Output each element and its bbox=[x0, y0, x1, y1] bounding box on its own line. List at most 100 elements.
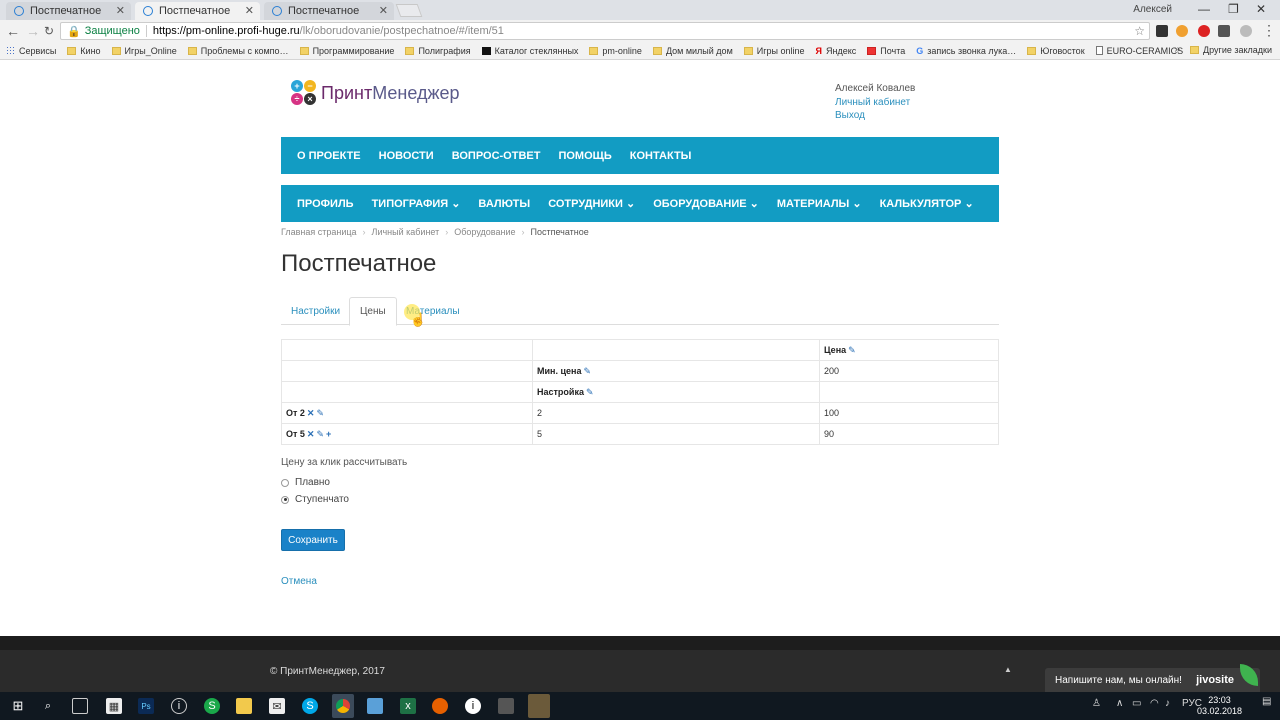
bookmark-item[interactable]: pm-online bbox=[589, 46, 642, 56]
app-icon[interactable] bbox=[367, 698, 383, 714]
app-icon[interactable] bbox=[498, 698, 514, 714]
delete-icon[interactable]: ✕ bbox=[307, 429, 315, 439]
nav-item-equipment[interactable]: ОБОРУДОВАНИЕ ⌄ bbox=[653, 197, 759, 210]
extension-icon[interactable] bbox=[1176, 25, 1188, 37]
chat-widget[interactable]: Напишите нам, мы онлайн! jivosite bbox=[1045, 664, 1260, 692]
edit-pencil-icon[interactable]: ✎ bbox=[586, 387, 594, 397]
nav-item-faq[interactable]: ВОПРОС-ОТВЕТ bbox=[452, 150, 541, 162]
opera-icon[interactable] bbox=[1198, 25, 1210, 37]
cabinet-link[interactable]: Личный кабинет bbox=[835, 96, 915, 110]
people-icon[interactable]: ♙ bbox=[1092, 698, 1101, 709]
other-bookmarks[interactable]: Другие закладки bbox=[1190, 45, 1272, 55]
new-tab-button[interactable] bbox=[395, 4, 423, 17]
nav-item-help[interactable]: ПОМОЩЬ bbox=[558, 150, 611, 162]
bookmark-item[interactable]: Игры_Online bbox=[111, 46, 177, 56]
s-app-icon[interactable]: S bbox=[204, 698, 220, 714]
nav-item-about[interactable]: О ПРОЕКТЕ bbox=[297, 150, 361, 162]
battery-icon[interactable]: ▭ bbox=[1132, 698, 1141, 709]
search-icon[interactable]: ⌕ bbox=[40, 698, 56, 714]
windows-start-icon[interactable]: ⊞ bbox=[10, 698, 26, 714]
nav-item-contacts[interactable]: КОНТАКТЫ bbox=[630, 150, 692, 162]
bookmark-item[interactable]: Кино bbox=[67, 46, 101, 56]
nav-item-typography[interactable]: ТИПОГРАФИЯ ⌄ bbox=[372, 197, 461, 210]
reload-icon[interactable]: ↻ bbox=[44, 24, 54, 38]
close-window-icon[interactable]: ✕ bbox=[1256, 2, 1266, 16]
bookmark-item[interactable]: Я Яндекс bbox=[816, 46, 857, 56]
edit-pencil-icon[interactable]: ✎ bbox=[316, 429, 324, 439]
excel-icon[interactable]: x bbox=[400, 698, 416, 714]
back-icon[interactable]: ← bbox=[6, 23, 20, 39]
bookmark-item[interactable]: Дом милый дом bbox=[652, 46, 733, 56]
forward-icon[interactable]: → bbox=[26, 23, 40, 39]
task-view-icon[interactable] bbox=[72, 698, 88, 714]
scroll-up-icon[interactable]: ▲ bbox=[1004, 665, 1012, 674]
photoshop-icon[interactable]: Ps bbox=[138, 698, 154, 714]
breadcrumb-equipment[interactable]: Оборудование bbox=[454, 227, 515, 237]
calculator-icon[interactable]: ▦ bbox=[106, 698, 122, 714]
url-input[interactable]: 🔒 Защищено https://pm-online.profi-huge.… bbox=[60, 22, 1150, 40]
logout-link[interactable]: Выход bbox=[835, 109, 915, 123]
breadcrumb-home[interactable]: Главная страница bbox=[281, 227, 357, 237]
close-tab-icon[interactable]: ✕ bbox=[379, 4, 388, 17]
edit-pencil-icon[interactable]: ✎ bbox=[848, 345, 856, 355]
mail-icon[interactable]: ✉ bbox=[269, 698, 285, 714]
nav-item-materials[interactable]: МАТЕРИАЛЫ ⌄ bbox=[777, 197, 862, 210]
close-tab-icon[interactable]: ✕ bbox=[245, 4, 254, 17]
nav-item-profile[interactable]: ПРОФИЛЬ bbox=[297, 198, 354, 210]
cancel-link[interactable]: Отмена bbox=[281, 576, 317, 587]
add-icon[interactable]: + bbox=[326, 429, 331, 439]
bookmark-item[interactable]: Программирование bbox=[299, 46, 394, 56]
nav-item-employees[interactable]: СОТРУДНИКИ ⌄ bbox=[548, 197, 635, 210]
browser-tab-active[interactable]: Постпечатное ✕ bbox=[135, 2, 260, 20]
tab-prices[interactable]: Цены bbox=[349, 297, 397, 326]
edit-pencil-icon[interactable]: ✎ bbox=[316, 408, 324, 418]
active-app-icon[interactable] bbox=[528, 694, 550, 718]
skype-icon[interactable]: S bbox=[302, 698, 318, 714]
info-app-icon[interactable]: i bbox=[171, 698, 187, 714]
more-bookmarks-icon[interactable]: » bbox=[1174, 44, 1180, 55]
bookmark-item[interactable]: Gзапись звонка лука… bbox=[916, 46, 1016, 56]
bookmark-item[interactable]: Почта bbox=[867, 46, 905, 56]
bookmark-item[interactable]: Каталог стеклянных bbox=[481, 46, 578, 56]
bookmark-item[interactable]: Игры online bbox=[743, 46, 805, 56]
clock[interactable]: 23:03 03.02.2018 bbox=[1197, 695, 1242, 717]
minimize-icon[interactable]: — bbox=[1198, 2, 1210, 16]
breadcrumb-cabinet[interactable]: Личный кабинет bbox=[372, 227, 440, 237]
restore-icon[interactable]: ❐ bbox=[1228, 2, 1239, 16]
radio-button-checked[interactable] bbox=[281, 495, 289, 504]
extension-icon[interactable] bbox=[1156, 25, 1168, 37]
nav-item-calculator[interactable]: КАЛЬКУЛЯТОР ⌄ bbox=[880, 197, 974, 210]
chrome-taskbar-button[interactable] bbox=[332, 694, 354, 718]
nav-item-news[interactable]: НОВОСТИ bbox=[379, 150, 434, 162]
notifications-icon[interactable]: ▤ bbox=[1262, 696, 1271, 707]
app-icon[interactable]: i bbox=[465, 698, 481, 714]
save-button[interactable]: Сохранить bbox=[281, 529, 345, 551]
menu-icon[interactable]: ⋮ bbox=[1262, 22, 1276, 39]
file-explorer-icon[interactable] bbox=[236, 698, 252, 714]
browser-tab[interactable]: Постпечатное ✕ bbox=[264, 2, 394, 20]
bookmark-item[interactable]: Полиграфия bbox=[405, 46, 471, 56]
bookmark-star-icon[interactable]: ☆ bbox=[1134, 24, 1145, 38]
url-host: https://pm-online.profi-huge.ru bbox=[152, 25, 300, 37]
bookmark-item[interactable]: Юговосток bbox=[1027, 46, 1085, 56]
bookmark-item[interactable]: EURO-CERAMICS bbox=[1095, 46, 1183, 56]
radio-button[interactable] bbox=[281, 478, 289, 487]
extension-icon[interactable] bbox=[1218, 25, 1230, 37]
bookmark-item[interactable]: Проблемы с компо… bbox=[187, 46, 289, 56]
volume-icon[interactable]: ♪ bbox=[1165, 698, 1170, 709]
radio-stepped[interactable]: Ступенчато bbox=[281, 494, 349, 505]
site-logo[interactable]: + − ÷ × ПринтМенеджер bbox=[291, 80, 460, 106]
bookmark-item[interactable]: Сервисы bbox=[6, 46, 56, 56]
delete-icon[interactable]: ✕ bbox=[307, 408, 315, 418]
nav-item-currencies[interactable]: ВАЛЮТЫ bbox=[478, 198, 530, 210]
browser-tab[interactable]: Постпечатное ✕ bbox=[6, 2, 131, 20]
edit-pencil-icon[interactable]: ✎ bbox=[583, 366, 591, 376]
browser-profile-name[interactable]: Алексей bbox=[1133, 4, 1172, 15]
firefox-icon[interactable] bbox=[432, 698, 448, 714]
tray-up-icon[interactable]: ∧ bbox=[1116, 698, 1123, 709]
tab-settings[interactable]: Настройки bbox=[281, 297, 350, 325]
close-tab-icon[interactable]: ✕ bbox=[116, 4, 125, 17]
extension-icon[interactable] bbox=[1240, 25, 1252, 37]
network-icon[interactable]: ◠ bbox=[1150, 698, 1159, 709]
radio-smooth[interactable]: Плавно bbox=[281, 477, 330, 488]
